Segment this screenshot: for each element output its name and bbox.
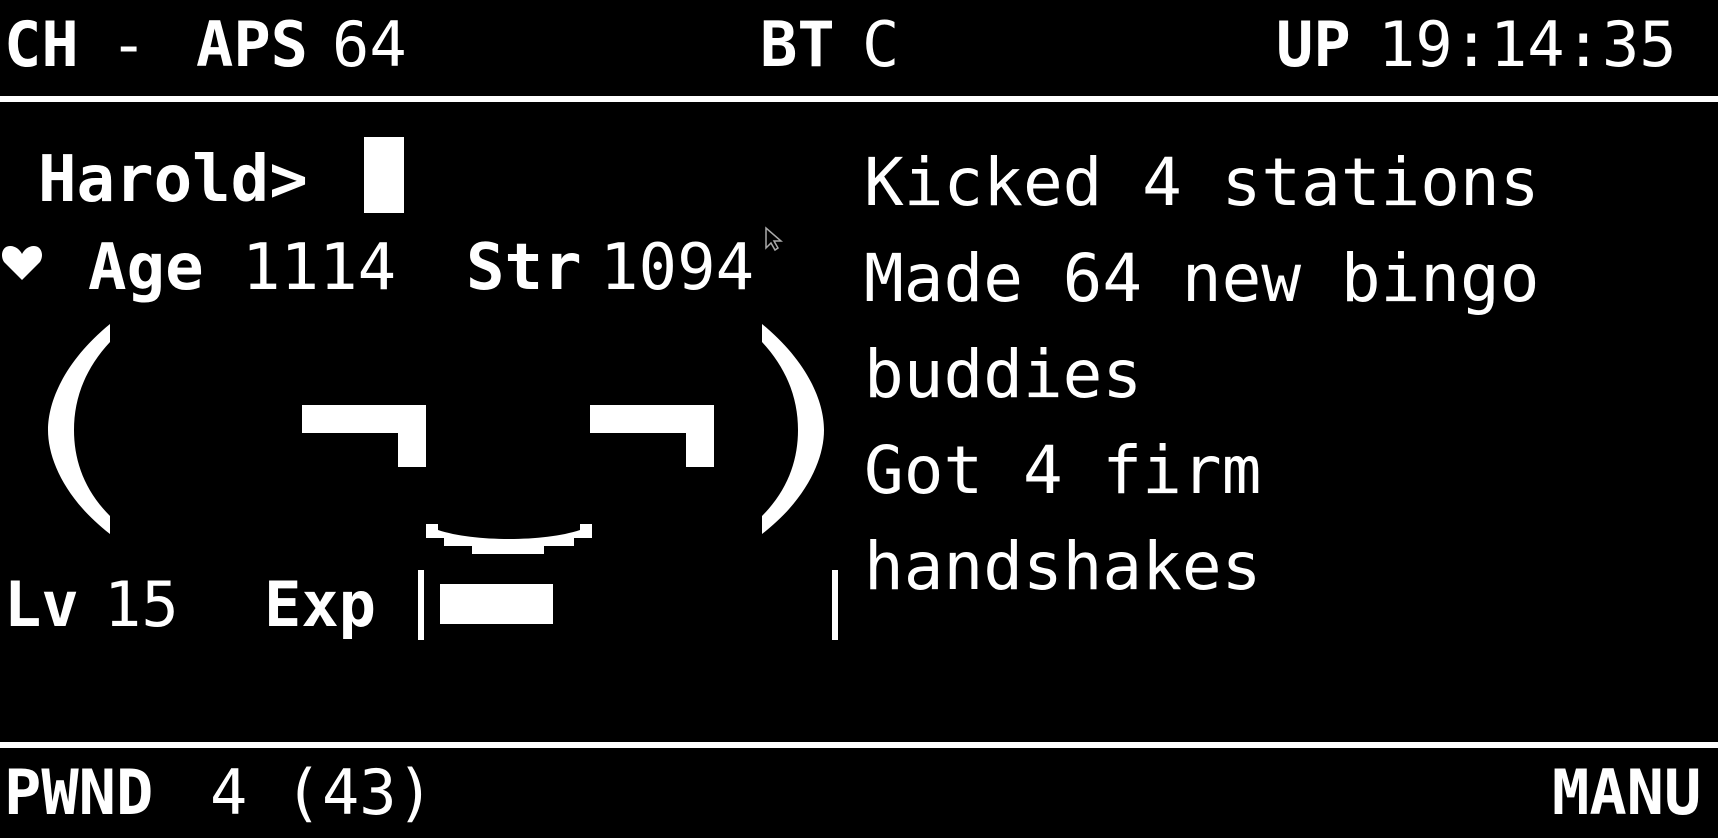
exp-bar-right-cap bbox=[832, 570, 838, 640]
mouth bbox=[426, 524, 592, 554]
pwnd-value: 4 (43) bbox=[210, 756, 434, 829]
right-bracket-icon bbox=[762, 324, 824, 534]
exp-bar-left-cap bbox=[418, 570, 424, 640]
level-label: Lv bbox=[4, 568, 79, 641]
right-eye-tick bbox=[686, 405, 714, 467]
status-line-5: handshakes bbox=[864, 528, 1262, 605]
exp-label: Exp bbox=[264, 568, 376, 641]
bt-value: C bbox=[862, 8, 900, 81]
exp-bar bbox=[418, 570, 838, 640]
level-value: 15 bbox=[104, 568, 179, 641]
status-line-4: Got 4 firm bbox=[864, 432, 1262, 509]
str-label: Str bbox=[466, 231, 582, 305]
bottom-divider bbox=[0, 742, 1718, 748]
aps-value: 64 bbox=[332, 8, 407, 81]
aps-label: APS bbox=[196, 8, 308, 81]
prompt-cursor bbox=[364, 137, 404, 213]
prompt-name: Harold> bbox=[38, 143, 308, 217]
left-bracket-icon bbox=[48, 324, 110, 534]
channel-value: - bbox=[110, 8, 148, 81]
channel-label: CH bbox=[4, 8, 79, 81]
left-eye-tick bbox=[398, 405, 426, 467]
exp-bar-fill bbox=[440, 584, 553, 624]
age-label: Age bbox=[88, 231, 204, 305]
status-line-2: Made 64 new bingo bbox=[864, 240, 1540, 317]
pwnd-label: PWND bbox=[4, 756, 154, 829]
status-line-3: buddies bbox=[864, 336, 1143, 413]
bt-label: BT bbox=[760, 8, 835, 81]
uptime-value: 19:14:35 bbox=[1378, 8, 1677, 81]
str-value: 1094 bbox=[600, 231, 755, 305]
top-divider bbox=[0, 96, 1718, 102]
uptime-label: UP bbox=[1276, 8, 1351, 81]
mode-indicator: MANU bbox=[1552, 756, 1702, 829]
status-line-1: Kicked 4 stations bbox=[864, 144, 1540, 221]
age-value: 1114 bbox=[242, 231, 397, 305]
